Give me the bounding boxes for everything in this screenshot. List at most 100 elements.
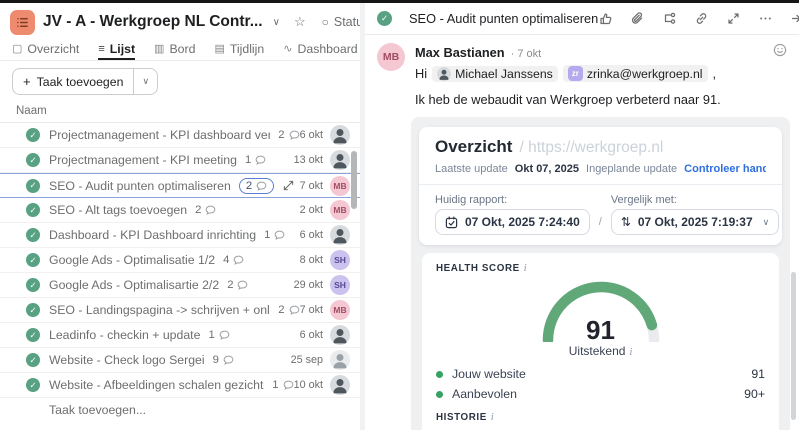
compare-with-dropdown[interactable]: ⇅ 07 Okt, 2025 7:19:37 ∨ [610, 209, 780, 235]
comment-date[interactable]: 7 okt [517, 48, 541, 60]
task-due-date: 13 okt [293, 154, 323, 166]
plus-icon: + [23, 74, 31, 89]
tab-icon: ▥ [154, 43, 165, 55]
link-icon[interactable] [694, 11, 709, 26]
task-title: SEO - Audit punten optimaliseren [49, 178, 231, 193]
task-complete-icon[interactable]: ✓ [26, 328, 40, 342]
comment-body: Ik heb de webaudit van Werkgroep verbete… [415, 92, 721, 107]
task-complete-icon[interactable]: ✓ [26, 178, 40, 193]
task-complete-icon[interactable]: ✓ [26, 378, 40, 392]
task-row[interactable]: ✓ Leadinfo - checkin + update 1 6 okt [0, 323, 360, 348]
person-silhouette-icon [333, 379, 347, 394]
more-options-icon[interactable] [758, 11, 773, 26]
task-row[interactable]: ✓ SEO - Landingspagina -> schrijven + on… [0, 298, 360, 323]
set-status-button[interactable]: ○ Status instellen [322, 15, 360, 29]
task-comment-count: 2 [195, 204, 216, 216]
column-header-naam[interactable]: Naam [0, 101, 360, 123]
task-due-date: 6 okt [299, 229, 323, 241]
task-comment-count: 2 [238, 177, 275, 194]
task-row[interactable]: ✓ SEO - Alt tags toevoegen 2 2 okt MB [0, 198, 360, 223]
mention-person[interactable]: Michael Janssens [432, 65, 558, 82]
task-complete-icon[interactable]: ✓ [26, 153, 40, 167]
task-complete-icon[interactable]: ✓ [26, 353, 40, 367]
tab-bord[interactable]: ▥ Bord [154, 37, 195, 60]
caption-info-icon[interactable]: i [629, 347, 632, 358]
assignee-avatar: MB [330, 300, 350, 320]
task-row[interactable]: ✓ Website - Check logo Sergei 9 25 sep [0, 348, 360, 373]
task-list: ✓ Projectmanagement - KPI dashboard vers… [0, 123, 360, 398]
add-reaction-button[interactable] [773, 43, 787, 62]
task-comment-count: 1 [245, 154, 266, 166]
tab-label: Overzicht [27, 41, 80, 56]
controls-slash: / [598, 216, 602, 228]
favorite-star-icon[interactable]: ☆ [294, 14, 306, 30]
task-row[interactable]: ✓ Projectmanagement - KPI dashboard vers… [0, 123, 360, 148]
task-detail-title[interactable]: SEO - Audit punten optimaliseren [409, 11, 598, 26]
tab-tijdlijn[interactable]: ▤ Tijdlijn [214, 37, 264, 60]
comment-bubble-icon [206, 205, 216, 215]
fullscreen-icon[interactable] [726, 11, 741, 26]
subtasks-icon[interactable] [662, 11, 677, 26]
comment-bubble-icon [289, 130, 299, 140]
task-complete-icon[interactable]: ✓ [26, 278, 40, 292]
project-title[interactable]: JV - A - Werkgroep NL Contr... [43, 13, 263, 31]
task-row[interactable]: ✓ SEO - Audit punten optimaliseren 2 7 o… [0, 173, 360, 198]
task-complete-icon[interactable]: ✓ [26, 203, 40, 217]
like-icon[interactable] [598, 11, 613, 26]
tab-overzicht[interactable]: ▢ Overzicht [12, 37, 79, 60]
task-row[interactable]: ✓ Website - Afbeeldingen schalen gezicht… [0, 373, 360, 398]
assignee-avatar: MB [330, 175, 350, 196]
project-title-caret-icon[interactable]: ∨ [273, 17, 280, 28]
add-task-inline-row[interactable]: Taak toevoegen... [0, 398, 360, 422]
task-complete-icon[interactable]: ✓ [377, 11, 392, 26]
task-row[interactable]: ✓ Google Ads - Optimalisatie 1/2 4 8 okt… [0, 248, 360, 273]
legend-value: 90+ [744, 387, 765, 401]
expand-task-icon[interactable] [283, 180, 294, 191]
mention-email[interactable]: zr zrinka@werkgroep.nl [562, 65, 708, 82]
seo-report-embed[interactable]: Overzicht / https://werkgroep.nl Laatste… [411, 117, 790, 430]
task-title: Google Ads - Optimalisartie 2/2 [49, 278, 220, 292]
legend-dot [436, 390, 443, 398]
history-info-icon[interactable]: i [491, 412, 494, 423]
collapse-pane-icon[interactable] [790, 11, 799, 26]
legend-row-your-site: Jouw website 91 [436, 364, 765, 384]
comment-count: 1 [208, 329, 215, 341]
project-list-pane: JV - A - Werkgroep NL Contr... ∨ ☆ ○ Sta… [0, 3, 360, 430]
task-row[interactable]: ✓ Dashboard - KPI Dashboard inrichting 1… [0, 223, 360, 248]
health-score-card: HEALTH SCORE i 91 Uitstekend i Jouw webs… [422, 253, 779, 430]
detail-scrollbar-thumb[interactable] [791, 272, 796, 420]
task-row[interactable]: ✓ Projectmanagement - KPI meeting 1 13 o… [0, 148, 360, 173]
task-title: Projectmanagement - KPI meeting [49, 153, 237, 167]
legend-label: Aanbevolen [452, 387, 517, 401]
task-due-date: 6 okt [299, 329, 323, 341]
comment-bubble-icon [255, 155, 266, 165]
attachment-icon[interactable] [630, 11, 645, 26]
comment-bubble-icon [219, 330, 230, 340]
add-task-caret[interactable]: ∨ [133, 69, 157, 94]
current-report-datepicker[interactable]: 07 Okt, 2025 7:24:40 [435, 209, 590, 235]
last-update-value: Okt 07, 2025 [514, 163, 580, 175]
task-complete-icon[interactable]: ✓ [26, 128, 40, 142]
comment-author-name[interactable]: Max Bastianen [415, 45, 505, 60]
tab-bar: ▢ Overzicht ≡ Lijst ▥ Bord ▤ Tijdlijn ∿ … [0, 37, 360, 61]
tab-label: Dashboard [297, 41, 358, 56]
current-report-label: Huidig rapport: [435, 194, 508, 206]
card-divider [419, 184, 782, 185]
list-scrollbar-thumb[interactable] [351, 151, 357, 209]
info-icon[interactable]: i [524, 263, 527, 274]
task-due-date: 7 okt [299, 179, 323, 192]
task-due-date: 6 okt [299, 129, 323, 141]
scheduled-update-label: Ingeplande update [586, 163, 678, 175]
add-task-button[interactable]: + Taak toevoegen ∨ [12, 68, 159, 95]
project-list-icon[interactable] [10, 9, 35, 35]
task-row[interactable]: ✓ Google Ads - Optimalisartie 2/2 2 29 o… [0, 273, 360, 298]
task-complete-icon[interactable]: ✓ [26, 228, 40, 242]
recheck-link[interactable]: Controleer handmatig opnieuw [684, 163, 766, 175]
task-due-date: 29 okt [293, 279, 323, 291]
comment-count: 2 [227, 279, 234, 291]
task-complete-icon[interactable]: ✓ [26, 253, 40, 267]
task-title: Leadinfo - checkin + update [49, 328, 201, 342]
tab-lijst[interactable]: ≡ Lijst [98, 37, 135, 60]
tab-dashboard[interactable]: ∿ Dashboard [283, 37, 357, 60]
task-complete-icon[interactable]: ✓ [26, 303, 40, 317]
